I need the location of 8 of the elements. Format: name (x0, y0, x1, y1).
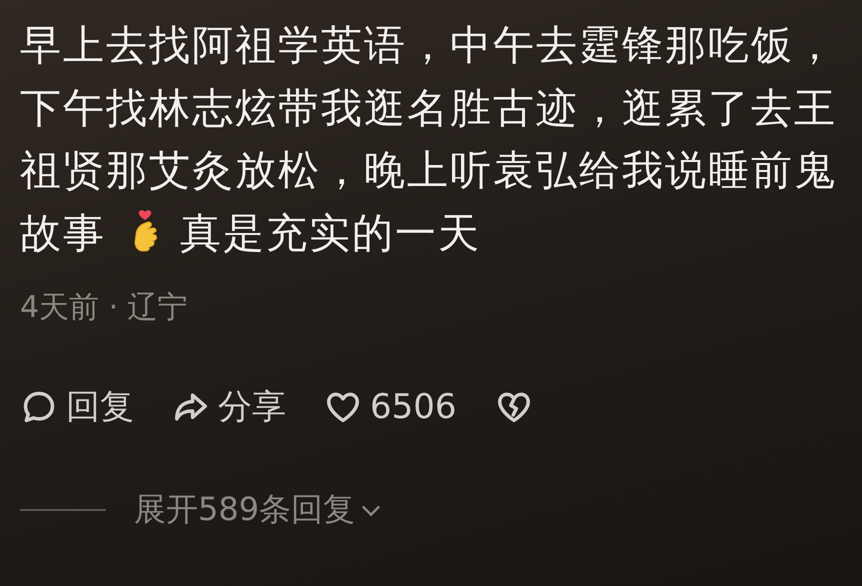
comment-meta: 4天前 · 辽宁 (20, 289, 188, 327)
comment-text: 故事 (20, 208, 106, 258)
like-button[interactable]: 6506 (324, 387, 457, 427)
comment-text: 真是充实的一天 (180, 208, 481, 258)
expand-replies-button[interactable]: 展开589条回复 (134, 488, 386, 532)
share-button[interactable]: 分享 (172, 384, 286, 430)
reply-button[interactable]: 回复 (20, 384, 134, 430)
comment-text: 早上去找阿祖学英语，中午去霆锋那吃饭，下午找林志炫带我逛名胜古迹，逛累了去王祖贤那艾灸放松，晚上听袁弘给我说睡前鬼 (20, 20, 838, 196)
